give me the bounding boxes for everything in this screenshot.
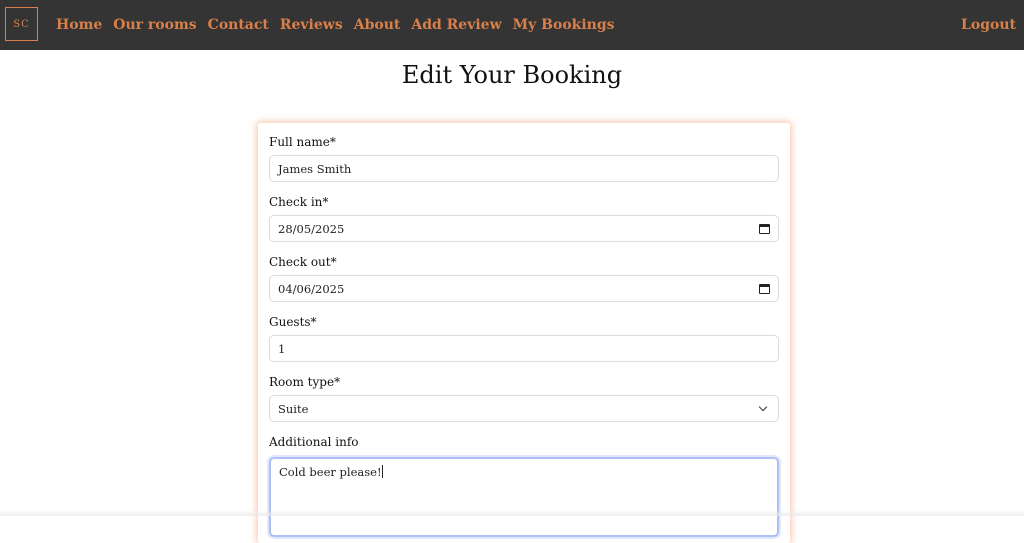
check-out-value: 04/06/2025 xyxy=(278,282,759,296)
site-logo[interactable]: SC xyxy=(5,7,38,41)
check-out-label: Check out* xyxy=(269,255,337,269)
guests-label: Guests* xyxy=(269,315,317,329)
additional-info-textarea[interactable]: Cold beer please! xyxy=(269,457,779,537)
nav-link-our-rooms[interactable]: Our rooms xyxy=(113,17,196,33)
logout-link[interactable]: Logout xyxy=(961,0,1016,50)
check-in-label: Check in* xyxy=(269,195,328,209)
bottom-fade xyxy=(0,510,1024,516)
page-title: Edit Your Booking xyxy=(0,61,1024,89)
guests-value: 1 xyxy=(278,342,770,356)
full-name-value: James Smith xyxy=(278,162,770,176)
room-type-label: Room type* xyxy=(269,375,340,389)
calendar-icon[interactable] xyxy=(759,224,770,234)
nav-link-my-bookings[interactable]: My Bookings xyxy=(513,17,615,33)
navbar: SC Home Our rooms Contact Reviews About … xyxy=(0,0,1024,50)
booking-form: Full name* James Smith Check in* 28/05/2… xyxy=(258,123,790,543)
room-type-select[interactable]: Suite xyxy=(269,395,779,422)
check-in-input[interactable]: 28/05/2025 xyxy=(269,215,779,242)
chevron-down-icon xyxy=(759,403,767,411)
guests-input[interactable]: 1 xyxy=(269,335,779,362)
full-name-input[interactable]: James Smith xyxy=(269,155,779,182)
room-type-value: Suite xyxy=(278,402,760,416)
nav-links: Home Our rooms Contact Reviews About Add… xyxy=(56,0,626,50)
check-out-input[interactable]: 04/06/2025 xyxy=(269,275,779,302)
calendar-icon[interactable] xyxy=(759,284,770,294)
nav-link-reviews[interactable]: Reviews xyxy=(280,17,343,33)
nav-link-add-review[interactable]: Add Review xyxy=(411,17,501,33)
full-name-label: Full name* xyxy=(269,135,336,149)
nav-link-contact[interactable]: Contact xyxy=(208,17,269,33)
additional-info-label: Additional info xyxy=(269,435,359,449)
nav-link-home[interactable]: Home xyxy=(56,17,102,33)
additional-info-value: Cold beer please! xyxy=(279,465,382,479)
nav-link-about[interactable]: About xyxy=(354,17,401,33)
text-caret xyxy=(382,465,383,478)
check-in-value: 28/05/2025 xyxy=(278,222,759,236)
